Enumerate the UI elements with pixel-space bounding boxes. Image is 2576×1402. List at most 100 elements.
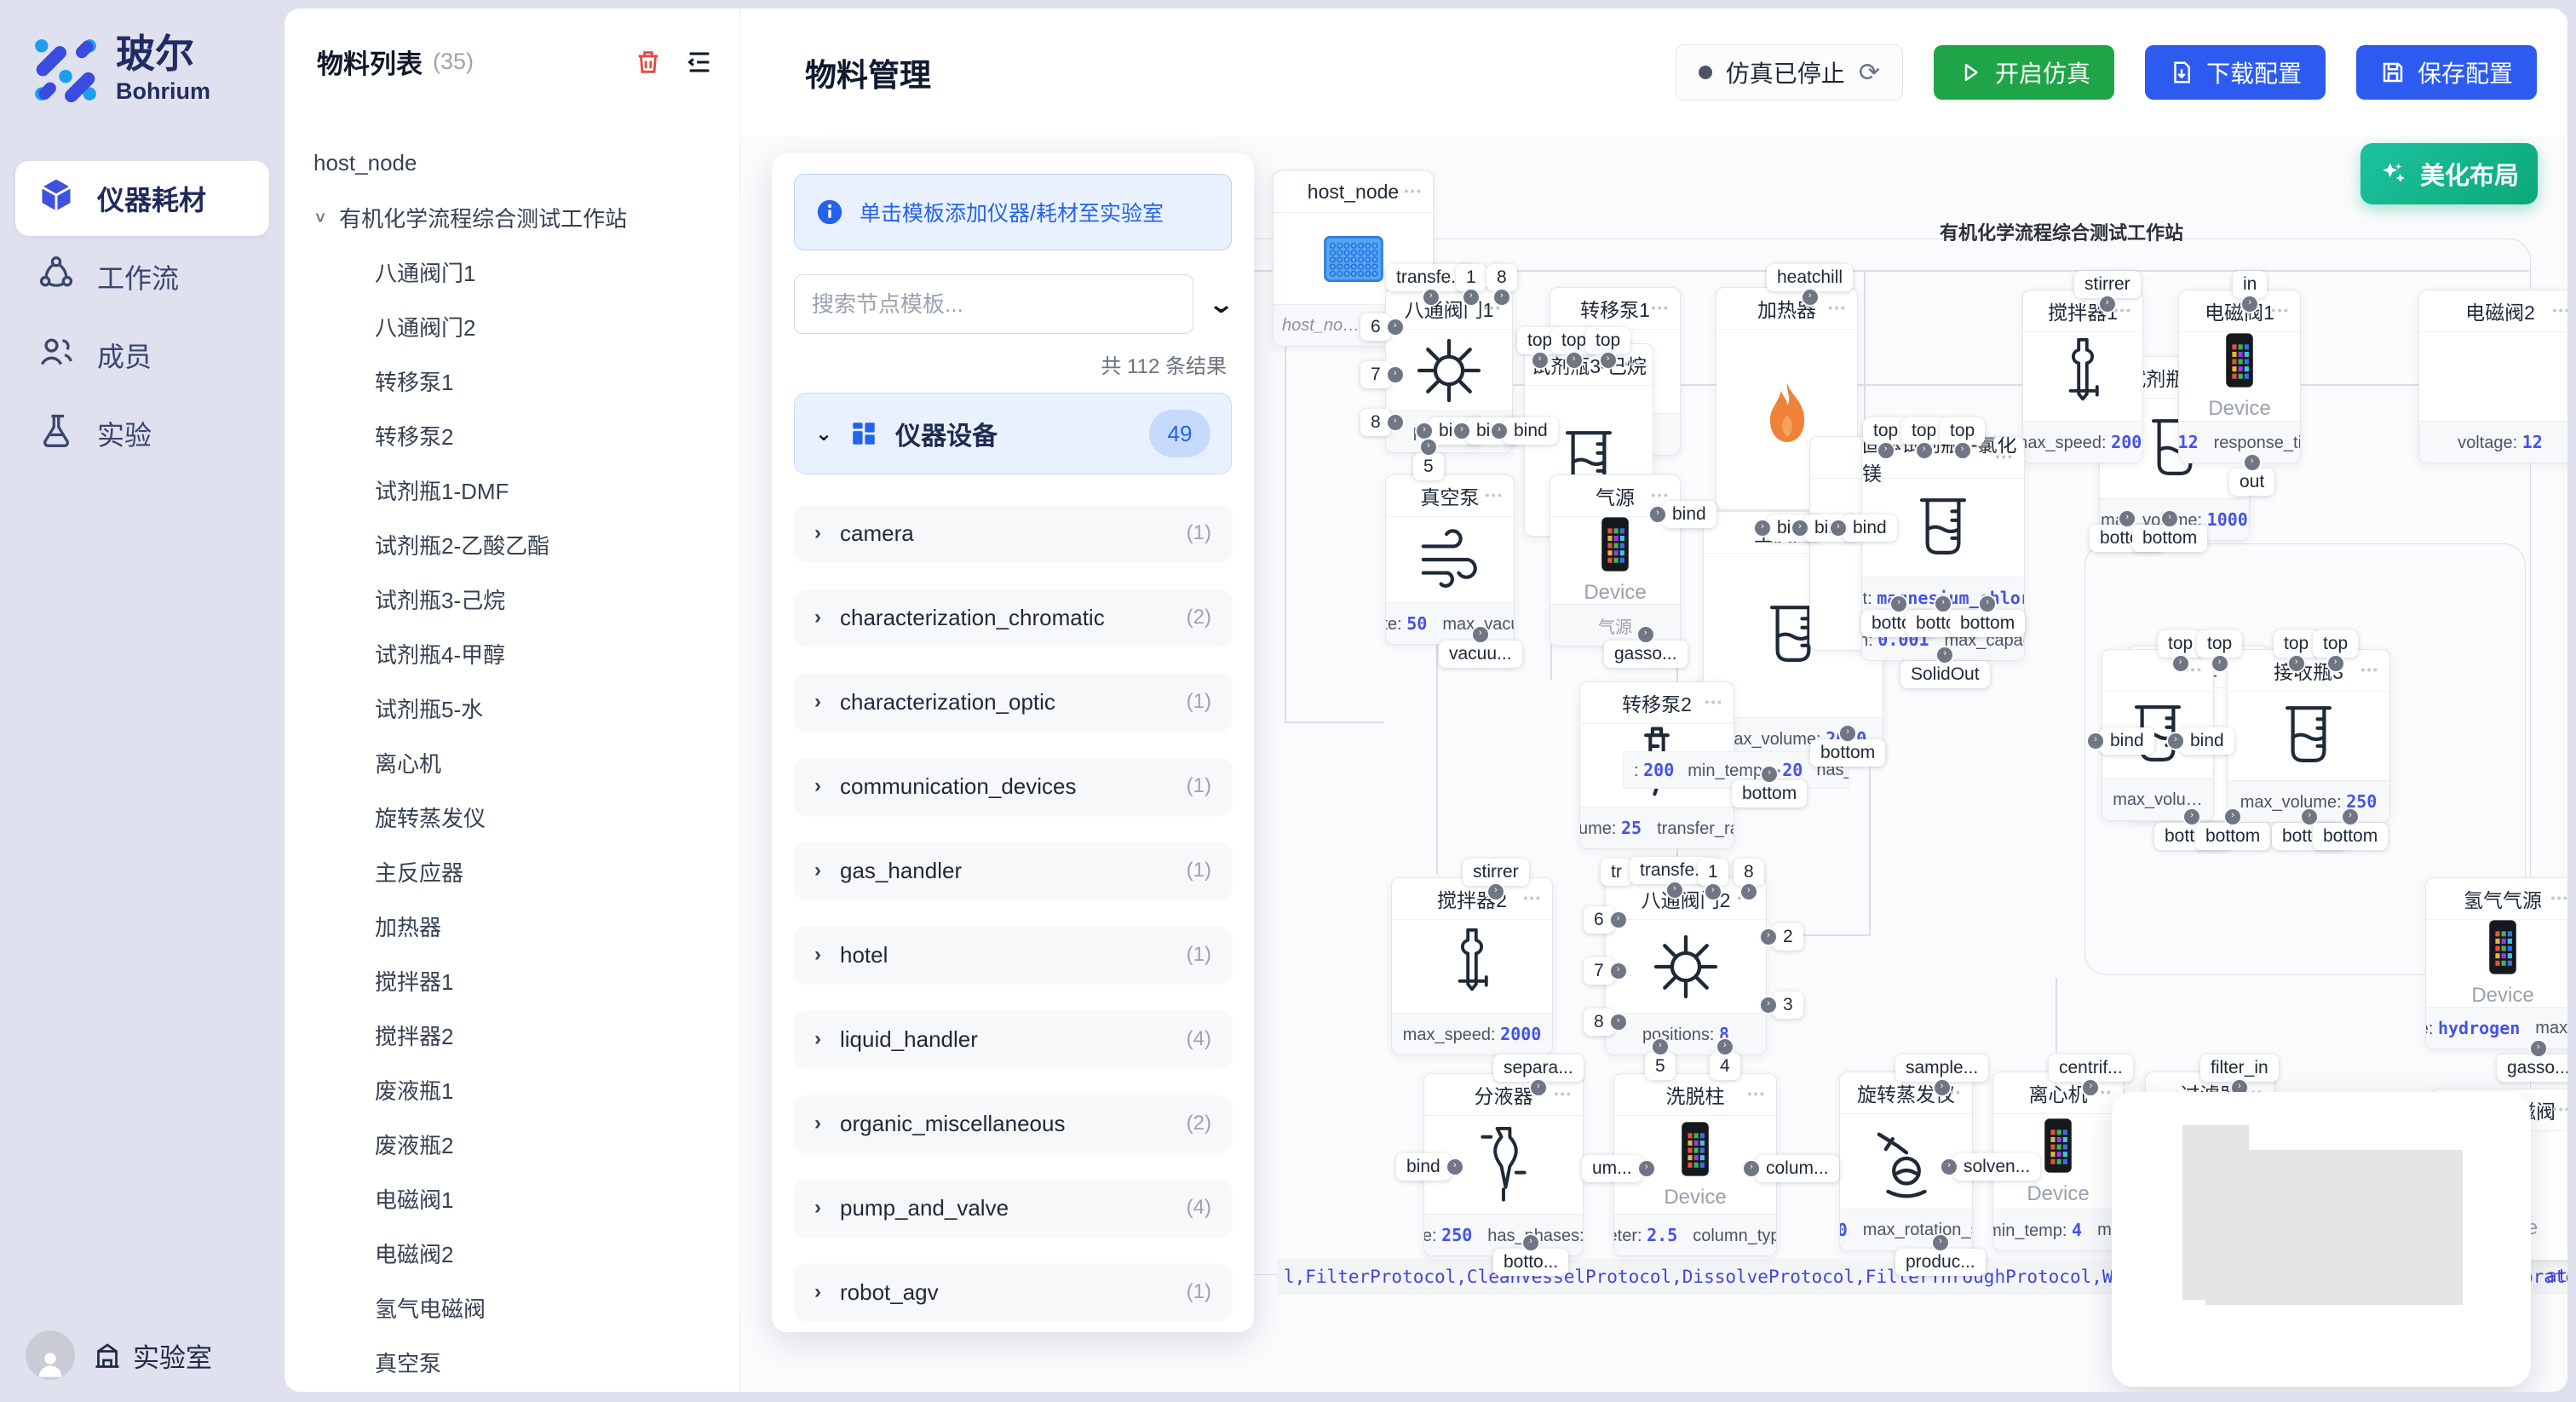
port-dot-icon[interactable]: › bbox=[1490, 422, 1509, 440]
port-chip-solven[interactable]: solven...› bbox=[1953, 1153, 2040, 1181]
port-dot-icon[interactable]: › bbox=[1978, 595, 1997, 613]
port-chip-8[interactable]: 8› bbox=[1360, 409, 1391, 436]
canvas-node-电磁阀1[interactable]: 电磁阀1•••Devicevoltage: 12response_time: 0… bbox=[2178, 290, 2301, 463]
port-dot-icon[interactable]: › bbox=[1760, 765, 1779, 784]
port-dot-icon[interactable]: › bbox=[2326, 654, 2345, 673]
template-item-hotel[interactable]: › hotel (1) bbox=[794, 927, 1232, 983]
port-chip-bottom[interactable]: bottom› bbox=[2313, 823, 2388, 850]
port-chip-bottom[interactable]: bottom› bbox=[1810, 739, 1885, 767]
template-item-robot_agv[interactable]: › robot_agv (1) bbox=[794, 1264, 1232, 1320]
port-chip-in[interactable]: in› bbox=[2233, 271, 2267, 298]
port-chip-2[interactable]: 2› bbox=[1773, 923, 1803, 951]
port-dot-icon[interactable]: › bbox=[2243, 453, 2262, 472]
port-chip-top[interactable]: top› bbox=[1585, 327, 1630, 354]
port-dot-icon[interactable]: › bbox=[1486, 882, 1505, 901]
tree-item[interactable]: 废液瓶1 bbox=[285, 1062, 739, 1117]
tree-item[interactable]: 电磁阀2 bbox=[285, 1226, 739, 1280]
port-chip-1[interactable]: 1› bbox=[1456, 264, 1486, 291]
minimap[interactable] bbox=[2112, 1092, 2531, 1387]
port-dot-icon[interactable]: › bbox=[1759, 928, 1778, 946]
port-chip-um[interactable]: um...› bbox=[1582, 1155, 1642, 1182]
port-dot-icon[interactable]: › bbox=[1386, 413, 1405, 432]
start-simulation-button[interactable]: 开启仿真 bbox=[1934, 45, 2114, 100]
canvas-node-氢气气源[interactable]: 氢气气源•••Device_type: hydrogenmax_pre… bbox=[2425, 877, 2567, 1049]
port-chip-bottom[interactable]: bottom› bbox=[2195, 823, 2270, 850]
canvas-node-电磁阀2[interactable]: 电磁阀2•••voltage: 12 bbox=[2418, 290, 2567, 463]
port-dot-icon[interactable]: › bbox=[1637, 1159, 1656, 1178]
port-dot-icon[interactable]: › bbox=[2223, 807, 2242, 826]
port-dot-icon[interactable]: › bbox=[1565, 351, 1584, 370]
sidebar-item-仪器耗材[interactable]: 仪器耗材 bbox=[15, 161, 269, 236]
node-menu-icon[interactable]: ••• bbox=[1705, 696, 1723, 710]
port-dot-icon[interactable]: › bbox=[1739, 882, 1758, 901]
tree-item[interactable]: 加热器 bbox=[285, 899, 739, 953]
port-dot-icon[interactable]: › bbox=[1953, 441, 1972, 460]
save-config-button[interactable]: 保存配置 bbox=[2356, 45, 2537, 100]
node-menu-icon[interactable]: ••• bbox=[1485, 489, 1504, 503]
search-input[interactable] bbox=[794, 274, 1193, 334]
node-menu-icon[interactable]: ••• bbox=[2550, 892, 2567, 906]
port-chip-gasso[interactable]: gasso...› bbox=[2497, 1054, 2567, 1082]
port-dot-icon[interactable]: › bbox=[1471, 625, 1490, 644]
port-chip-heatchill[interactable]: heatchill› bbox=[1767, 264, 1853, 291]
tree-item[interactable]: 转移泵1 bbox=[285, 353, 739, 408]
tree-item[interactable]: 试剂瓶1-DMF bbox=[285, 463, 739, 517]
chevron-down-icon[interactable]: ∨ bbox=[313, 209, 327, 227]
port-dot-icon[interactable]: › bbox=[1915, 441, 1934, 460]
template-item-characterization_chromatic[interactable]: › characterization_chromatic (2) bbox=[794, 589, 1232, 646]
tree-item[interactable]: 试剂瓶3-己烷 bbox=[285, 572, 739, 626]
port-dot-icon[interactable]: › bbox=[1636, 625, 1655, 644]
port-chip-3[interactable]: 3› bbox=[1773, 991, 1803, 1019]
port-dot-icon[interactable]: › bbox=[2171, 654, 2190, 673]
port-dot-icon[interactable]: › bbox=[1599, 351, 1618, 370]
port-chip-out[interactable]: out› bbox=[2229, 468, 2274, 496]
template-item-characterization_optic[interactable]: › characterization_optic (1) bbox=[794, 674, 1232, 730]
tree-item[interactable]: 搅拌器2 bbox=[285, 1008, 739, 1062]
port-chip-stirrer[interactable]: stirrer› bbox=[2074, 271, 2141, 298]
port-dot-icon[interactable]: › bbox=[1877, 441, 1895, 460]
canvas-node-八通阀门2[interactable]: 八通阀门2•••positions: 8 bbox=[1605, 877, 1767, 1055]
port-dot-icon[interactable]: › bbox=[1492, 288, 1511, 307]
port-chip-7[interactable]: 7› bbox=[1584, 957, 1614, 985]
port-dot-icon[interactable]: › bbox=[2086, 732, 2105, 750]
port-dot-icon[interactable]: › bbox=[1609, 962, 1628, 980]
port-dot-icon[interactable]: › bbox=[1452, 422, 1471, 440]
port-chip-bind[interactable]: bind› bbox=[2100, 727, 2154, 755]
port-chip-colum[interactable]: colum...› bbox=[1756, 1155, 1839, 1182]
port-dot-icon[interactable]: › bbox=[1386, 318, 1405, 336]
tree-item[interactable]: 主反应器 bbox=[285, 844, 739, 899]
download-config-button[interactable]: 下载配置 bbox=[2145, 45, 2326, 100]
template-item-organic_miscellaneous[interactable]: › organic_miscellaneous (2) bbox=[794, 1095, 1232, 1152]
port-chip-top[interactable]: top› bbox=[2313, 630, 2358, 658]
port-dot-icon[interactable]: › bbox=[2081, 1078, 2100, 1097]
port-chip-sample[interactable]: sample...› bbox=[1895, 1054, 1988, 1082]
node-menu-icon[interactable]: ••• bbox=[1747, 1088, 1766, 1102]
template-item-gas_handler[interactable]: › gas_handler (1) bbox=[794, 842, 1232, 899]
port-dot-icon[interactable]: › bbox=[2118, 509, 2136, 528]
tree-item[interactable]: 废液瓶2 bbox=[285, 1117, 739, 1171]
port-dot-icon[interactable]: › bbox=[2240, 295, 2259, 313]
port-dot-icon[interactable]: › bbox=[1716, 1037, 1734, 1056]
collapse-panel-icon[interactable] bbox=[685, 48, 714, 77]
canvas-node-气源[interactable]: 气源•••Device气源 bbox=[1550, 474, 1681, 646]
chevron-down-icon[interactable]: ⌄ bbox=[1207, 290, 1235, 319]
port-chip-1[interactable]: 1› bbox=[1698, 859, 1728, 886]
template-item-liquid_handler[interactable]: › liquid_handler (4) bbox=[794, 1011, 1232, 1067]
port-dot-icon[interactable]: › bbox=[2160, 509, 2179, 528]
port-dot-icon[interactable]: › bbox=[2341, 807, 2360, 826]
port-chip-gasso[interactable]: gasso...› bbox=[1604, 641, 1688, 668]
tree-item[interactable]: 电磁阀1 bbox=[285, 1171, 739, 1226]
port-dot-icon[interactable]: › bbox=[1419, 438, 1438, 457]
node-menu-icon[interactable]: ••• bbox=[1624, 358, 1642, 372]
port-dot-icon[interactable]: › bbox=[2287, 654, 2306, 673]
port-chip-top[interactable]: top› bbox=[1940, 417, 1985, 445]
port-chip-6[interactable]: 6› bbox=[1360, 313, 1391, 341]
canvas-node-真空泵[interactable]: 真空泵•••pump_rate: 50max_vacuum: 0.1 bbox=[1385, 474, 1515, 645]
tree-item[interactable]: 离心机 bbox=[285, 735, 739, 790]
tree-item[interactable]: 试剂瓶2-乙酸乙酯 bbox=[285, 517, 739, 572]
tree-item[interactable]: 真空泵 bbox=[285, 1335, 739, 1389]
port-chip-bottom[interactable]: bottom› bbox=[2132, 525, 2207, 552]
template-item-communication_devices[interactable]: › communication_devices (1) bbox=[794, 758, 1232, 814]
port-dot-icon[interactable]: › bbox=[1931, 1233, 1950, 1252]
port-dot-icon[interactable]: › bbox=[1648, 505, 1667, 524]
